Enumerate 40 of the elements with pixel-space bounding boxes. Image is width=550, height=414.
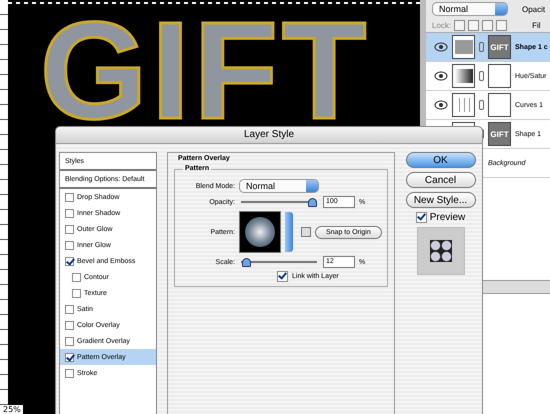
mask-thumbnail [488,93,511,117]
window-title: Layer Style [56,127,482,144]
eye-icon[interactable] [434,71,448,81]
checkbox[interactable] [65,304,74,314]
checkbox[interactable] [65,352,74,362]
eye-icon[interactable] [434,42,448,52]
dialog-button[interactable]: New Style... [406,192,476,208]
opacity-label: Opacit [522,4,546,14]
checkbox[interactable] [65,240,74,250]
checkbox[interactable] [72,272,81,282]
slider-thumb[interactable] [242,258,252,266]
checkbox[interactable] [65,336,74,346]
stepper-icon [306,180,318,192]
fill-label: Fil [532,20,541,30]
zoom-level: 25% [1,405,23,414]
checkbox[interactable] [65,368,74,378]
eye-icon[interactable] [434,100,448,110]
stepper-icon [495,3,507,15]
checkbox[interactable] [65,224,74,234]
gem-drawing [245,217,275,247]
blend-mode-select[interactable]: Normal [432,2,508,16]
checkbox-label: Preview [430,212,466,223]
checkbox[interactable] [65,320,74,330]
dialog-button[interactable]: Cancel [406,172,476,188]
checkbox[interactable] [416,212,427,223]
checkbox[interactable] [72,288,81,298]
pattern-swatch[interactable] [239,211,281,253]
checkbox[interactable] [65,208,74,218]
checkbox[interactable] [65,192,74,202]
slider-thumb[interactable] [308,198,317,206]
artwork-text: GIFT [40,20,370,122]
dialog-button[interactable]: OK [406,152,476,168]
mask-thumbnail [488,64,511,88]
blend-mode-select[interactable]: Normal [239,179,319,193]
lock-label: Lock: [432,20,452,30]
mask-thumbnail: GIFT [488,35,511,59]
checkbox[interactable] [277,271,288,282]
mask-thumbnail: GIFT [488,122,511,146]
checkbox[interactable] [65,256,74,266]
gem-drawing [430,240,452,262]
